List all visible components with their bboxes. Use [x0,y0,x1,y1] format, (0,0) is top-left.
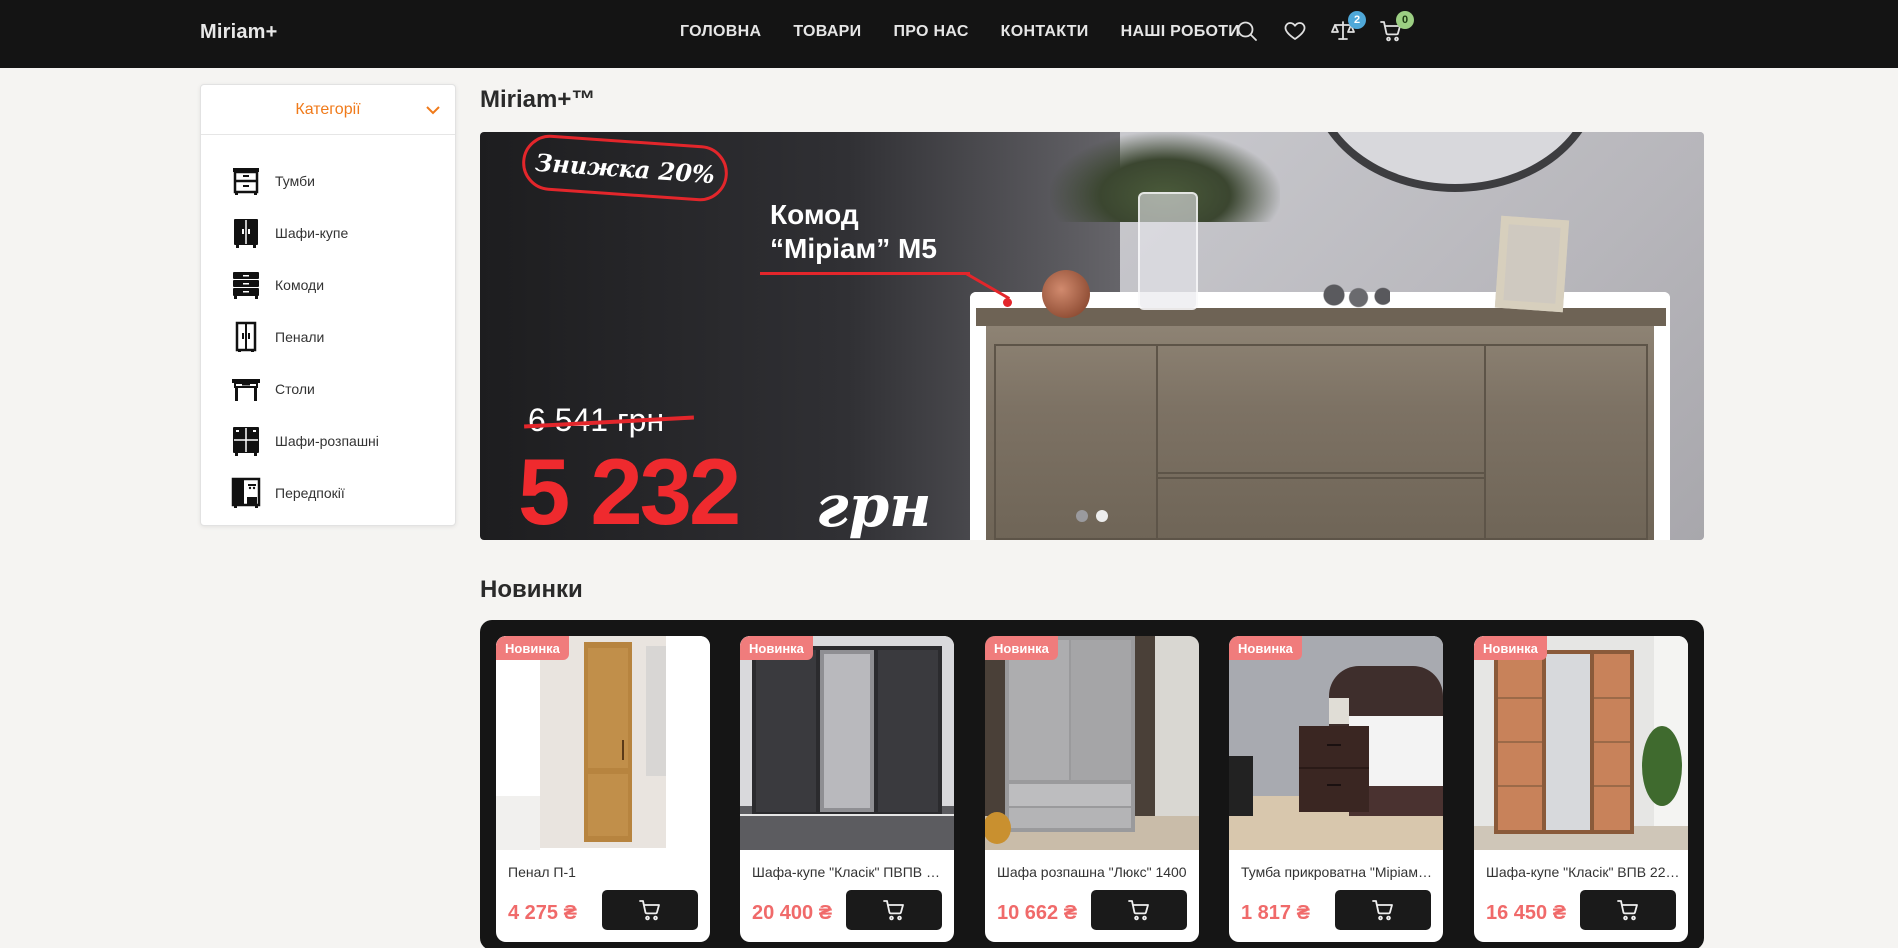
categories-title: Категорії [295,100,361,118]
category-label: Шафи-купе [275,225,349,241]
categories-panel: Категорії Тумби Шафи-купе Комоди Пенали … [200,84,456,526]
nav-home[interactable]: ГОЛОВНА [680,23,761,41]
banner-dresser-drawer-top [1156,344,1486,474]
category-label: Столи [275,381,315,397]
cart-icon[interactable]: 0 [1379,11,1414,44]
table-icon [229,372,263,406]
banner-product-name: Комод “Міріам” М5 [770,198,937,266]
promo-banner[interactable]: Знижка 20% Комод “Міріам” М5 6 541 грн 5… [480,132,1704,540]
banner-bottle [1042,270,1090,318]
cart-icon [639,900,660,921]
product-image[interactable] [496,636,710,850]
category-item-hinged-wardrobes[interactable]: Шафи-розпашні [201,415,455,467]
category-item-dressers[interactable]: Комоди [201,259,455,311]
nightstand-icon [229,164,263,198]
banner-new-price: 5 232 [518,439,741,540]
compare-count-badge: 2 [1348,11,1366,29]
banner-photo-frame [1494,215,1570,313]
product-image[interactable] [1474,636,1688,850]
chevron-down-icon [423,100,443,120]
product-card[interactable]: Новинка Шафа-купе "Класік" ВПВ 2200 16 4… [1474,636,1688,942]
new-badge: Новинка [496,636,569,660]
nav-contacts[interactable]: КОНТАКТИ [1001,23,1089,41]
banner-pointer-dot [1003,298,1012,307]
category-label: Пенали [275,329,325,345]
category-item-hallways[interactable]: Передпокії [201,467,455,519]
hallway-icon [229,476,263,510]
new-badge: Новинка [1474,636,1547,660]
product-card[interactable]: Новинка Тумба прикроватна "Міріам" М1 1 … [1229,636,1443,942]
header-actions: 2 0 [1235,11,1414,44]
product-price: 16 450 ₴ [1486,902,1567,924]
product-card[interactable]: Новинка Шафа-купе "Класік" ПВПВ 2400 20 … [740,636,954,942]
product-name[interactable]: Тумба прикроватна "Міріам" М1 [1241,864,1435,880]
add-to-cart-button[interactable] [1580,890,1676,930]
new-badge: Новинка [1229,636,1302,660]
discount-badge: Знижка 20% [520,132,730,204]
slider-dots [1076,510,1108,522]
banner-product-line2: “Міріам” М5 [770,233,937,264]
product-image[interactable] [740,636,954,850]
product-price: 1 817 ₴ [1241,902,1310,924]
pencil-case-cabinet-icon [229,320,263,354]
banner-currency: грн [816,472,932,540]
product-card[interactable]: Новинка Шафа розпашна "Люкс" 1400 10 662… [985,636,1199,942]
banner-product-line1: Комод [770,199,859,230]
banner-dresser-door-right [1484,344,1648,540]
category-item-tables[interactable]: Столи [201,363,455,415]
main-nav: ГОЛОВНА ТОВАРИ ПРО НАС КОНТАКТИ НАШІ РОБ… [680,23,1240,41]
banner-pointer-line [760,272,970,275]
search-icon[interactable] [1235,18,1259,44]
slider-dot-2[interactable] [1096,510,1108,522]
cart-count-badge: 0 [1396,11,1414,29]
add-to-cart-button[interactable] [602,890,698,930]
product-name[interactable]: Шафа-купе "Класік" ВПВ 2200 [1486,864,1680,880]
cart-icon [883,900,904,921]
categories-toggle[interactable]: Категорії [201,85,455,135]
cart-icon [1617,900,1638,921]
site-header: Miriam+ ГОЛОВНА ТОВАРИ ПРО НАС КОНТАКТИ … [0,0,1898,68]
heart-icon[interactable] [1283,18,1307,44]
sliding-wardrobe-icon [229,216,263,250]
compare-scales-icon[interactable]: 2 [1331,11,1366,44]
banner-dresser-drawer-bottom [1156,477,1486,540]
category-item-sliding-wardrobes[interactable]: Шафи-купе [201,207,455,259]
dresser-icon [229,268,263,302]
site-logo[interactable]: Miriam+ [200,21,278,44]
banner-decor-balls [1320,282,1390,308]
cart-icon [1372,900,1393,921]
product-price: 4 275 ₴ [508,902,577,924]
nav-products[interactable]: ТОВАРИ [793,23,861,41]
new-badge: Новинка [985,636,1058,660]
product-image[interactable] [1229,636,1443,850]
category-list: Тумби Шафи-купе Комоди Пенали Столи Шафи… [201,135,455,519]
hinged-wardrobe-icon [229,424,263,458]
category-label: Передпокії [275,485,345,501]
add-to-cart-button[interactable] [846,890,942,930]
add-to-cart-button[interactable] [1335,890,1431,930]
slider-dot-1[interactable] [1076,510,1088,522]
category-label: Комоди [275,277,325,293]
add-to-cart-button[interactable] [1091,890,1187,930]
new-arrivals-title: Новинки [480,576,583,603]
product-name[interactable]: Шафа розпашна "Люкс" 1400 [997,864,1191,880]
new-badge: Новинка [740,636,813,660]
nav-about[interactable]: ПРО НАС [893,23,968,41]
category-label: Тумби [275,173,315,189]
discount-text: Знижка 20% [534,147,716,189]
product-name[interactable]: Шафа-купе "Класік" ПВПВ 2400 [752,864,946,880]
category-item-nightstands[interactable]: Тумби [201,155,455,207]
product-name[interactable]: Пенал П-1 [508,864,702,880]
banner-vase [1138,192,1198,310]
product-image[interactable] [985,636,1199,850]
product-card[interactable]: Новинка Пенал П-1 4 275 ₴ [496,636,710,942]
product-price: 20 400 ₴ [752,902,833,924]
new-arrivals-carousel: Новинка Пенал П-1 4 275 ₴ Новинка Шафа-к… [480,620,1704,948]
category-item-tall-cabinets[interactable]: Пенали [201,311,455,363]
product-price: 10 662 ₴ [997,902,1078,924]
page-title: Miriam+™ [480,86,596,113]
nav-our-works[interactable]: НАШІ РОБОТИ [1121,23,1241,41]
category-label: Шафи-розпашні [275,433,379,449]
cart-icon [1128,900,1149,921]
